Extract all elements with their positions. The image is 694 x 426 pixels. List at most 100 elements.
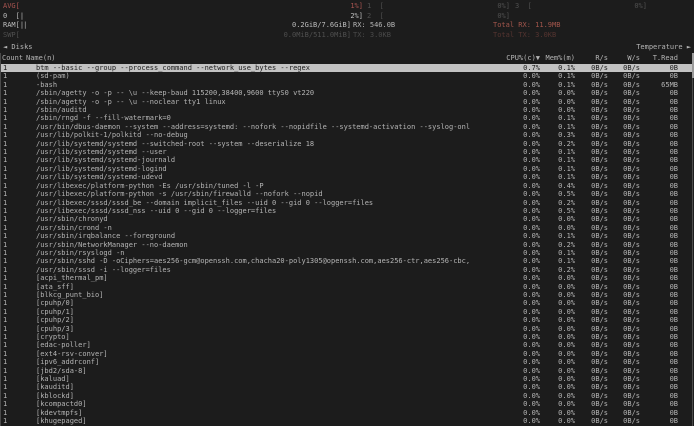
cell-mem: 0.0% (540, 106, 575, 114)
cell-ws: 0B/s (608, 182, 640, 190)
table-row[interactable]: 1[cpuhp/3]0.0%0.0%0B/s0B/s0B (0, 325, 694, 333)
table-row[interactable]: 1[jbd2/sda-8]0.0%0.0%0B/s0B/s0B (0, 367, 694, 375)
cell-rs: 0B/s (575, 274, 608, 282)
table-row[interactable]: 1[cpuhp/1]0.0%0.0%0B/s0B/s0B (0, 308, 694, 316)
cell-cpu: 0.0% (470, 350, 540, 358)
table-row[interactable]: 1/usr/libexec/platform-python -Es /usr/s… (0, 182, 694, 190)
cell-rs: 0B/s (575, 241, 608, 249)
cell-name: [cpuhp/2] (26, 316, 470, 324)
table-row[interactable]: 1[kdevtmpfs]0.0%0.0%0B/s0B/s0B (0, 409, 694, 417)
cell-name: /usr/libexec/platform-python -s /usr/sbi… (26, 190, 470, 198)
cell-cpu: 0.0% (470, 383, 540, 391)
table-row[interactable]: 1/usr/lib/systemd/systemd --switched-roo… (0, 140, 694, 148)
table-row[interactable]: 1[crypto]0.0%0.0%0B/s0B/s0B (0, 333, 694, 341)
header-total-read[interactable]: T.Read (640, 54, 678, 63)
table-row[interactable]: 1/sbin/agetty -o -p -- \u --noclear tty1… (0, 98, 694, 106)
cell-count: 1 (0, 333, 26, 341)
table-row[interactable]: 1/usr/sbin/rsyslogd -n0.0%0.1%0B/s0B/s0B (0, 249, 694, 257)
widget-nav-next-temperature[interactable]: Temperature ► (636, 43, 691, 52)
table-row[interactable]: 1/usr/sbin/irqbalance --foreground0.0%0.… (0, 232, 694, 240)
table-row[interactable]: 1[ata_sff]0.0%0.0%0B/s0B/s0B (0, 283, 694, 291)
table-row[interactable]: 1/sbin/rngd -f --fill-watermark=00.0%0.1… (0, 114, 694, 122)
table-row[interactable]: 1/usr/sbin/crond -n0.0%0.0%0B/s0B/s0B (0, 224, 694, 232)
cell-rs: 0B/s (575, 383, 608, 391)
cell-mem: 0.0% (540, 215, 575, 223)
cell-tread: 0B (640, 325, 678, 333)
cell-count: 1 (0, 140, 26, 148)
table-row[interactable]: 1/usr/sbin/sssd -i --logger=files0.0%0.2… (0, 266, 694, 274)
table-row[interactable]: 1/usr/sbin/sshd -D -oCiphers=aes256-gcm@… (0, 257, 694, 265)
header-count[interactable]: Count (0, 54, 26, 63)
table-row[interactable]: 1[cpuhp/0]0.0%0.0%0B/s0B/s0B (0, 299, 694, 307)
table-row[interactable]: 1/usr/lib/systemd/systemd-logind0.0%0.1%… (0, 165, 694, 173)
cell-cpu: 0.0% (470, 165, 540, 173)
widget-nav-prev-disks[interactable]: ◄ Disks (3, 43, 33, 52)
table-row[interactable]: 1/usr/sbin/chronyd0.0%0.0%0B/s0B/s0B (0, 215, 694, 223)
cell-name: /usr/libexec/sssd/sssd_nss --uid 0 --gid… (26, 207, 470, 215)
cell-ws: 0B/s (608, 325, 640, 333)
cell-tread: 0B (640, 350, 678, 358)
table-row[interactable]: 1/sbin/auditd0.0%0.0%0B/s0B/s0B (0, 106, 694, 114)
table-row[interactable]: 1/usr/sbin/NetworkManager --no-daemon0.0… (0, 241, 694, 249)
table-row[interactable]: 1[ipv6_addrconf]0.0%0.0%0B/s0B/s0B (0, 358, 694, 366)
header-write-per-sec[interactable]: W/s (608, 54, 640, 63)
cell-rs: 0B/s (575, 215, 608, 223)
table-row[interactable]: 1/usr/bin/dbus-daemon --system --address… (0, 123, 694, 131)
table-row[interactable]: 1/usr/libexec/sssd/sssd_be --domain impl… (0, 199, 694, 207)
table-row[interactable]: 1[ext4-rsv-conver]0.0%0.0%0B/s0B/s0B (0, 350, 694, 358)
cell-count: 1 (0, 241, 26, 249)
table-row[interactable]: 1[kaluad]0.0%0.0%0B/s0B/s0B (0, 375, 694, 383)
table-row[interactable]: 1/usr/libexec/platform-python -s /usr/sb… (0, 190, 694, 198)
table-row[interactable]: 1[kblockd]0.0%0.0%0B/s0B/s0B (0, 392, 694, 400)
table-row[interactable]: 1/usr/lib/systemd/systemd-udevd0.0%0.1%0… (0, 173, 694, 181)
cell-tread: 0B (640, 299, 678, 307)
cell-count: 1 (0, 266, 26, 274)
gauge-end: 1%] (350, 2, 363, 11)
table-row[interactable]: 1[kauditd]0.0%0.0%0B/s0B/s0B (0, 383, 694, 391)
cell-mem: 0.0% (540, 400, 575, 408)
table-row[interactable]: 1[khugepaged]0.0%0.0%0B/s0B/s0B (0, 417, 694, 425)
cell-mem: 0.1% (540, 114, 575, 122)
cell-count: 1 (0, 350, 26, 358)
table-row[interactable]: 1/usr/lib/systemd/systemd --user0.0%0.1%… (0, 148, 694, 156)
header-name[interactable]: Name(n) (26, 54, 470, 63)
table-row[interactable]: 1[edac-poller]0.0%0.0%0B/s0B/s0B (0, 341, 694, 349)
header-read-per-sec[interactable]: R/s (575, 54, 608, 63)
header-mem[interactable]: Mem%(m) (540, 54, 575, 63)
table-row[interactable]: 1/sbin/agetty -o -p -- \u --keep-baud 11… (0, 89, 694, 97)
cell-tread: 0B (640, 199, 678, 207)
cell-tread: 0B (640, 114, 678, 122)
table-scrollbar-track[interactable] (692, 53, 693, 426)
table-row[interactable]: 1/usr/lib/polkit-1/polkitd --no-debug0.0… (0, 131, 694, 139)
cell-rs: 0B/s (575, 409, 608, 417)
header-cpu-sorted[interactable]: CPU%(c)▼ (470, 54, 540, 63)
cell-rs: 0B/s (575, 148, 608, 156)
cell-rs: 0B/s (575, 207, 608, 215)
table-row[interactable]: 1btm --basic --group --process_command -… (0, 64, 694, 72)
cell-name: -bash (26, 81, 470, 89)
cell-rs: 0B/s (575, 131, 608, 139)
cell-cpu: 0.0% (470, 232, 540, 240)
cell-rs: 0B/s (575, 333, 608, 341)
table-row[interactable]: 1[blkcg_punt_bio]0.0%0.0%0B/s0B/s0B (0, 291, 694, 299)
table-row[interactable]: 1/usr/libexec/sssd/sssd_nss --uid 0 --gi… (0, 207, 694, 215)
table-row[interactable]: 1[kcompactd0]0.0%0.0%0B/s0B/s0B (0, 400, 694, 408)
table-row[interactable]: 1[cpuhp/2]0.0%0.0%0B/s0B/s0B (0, 316, 694, 324)
cell-ws: 0B/s (608, 165, 640, 173)
cell-cpu: 0.0% (470, 316, 540, 324)
cell-cpu: 0.0% (470, 341, 540, 349)
cell-ws: 0B/s (608, 333, 640, 341)
table-row[interactable]: 1(sd-pam)0.0%0.1%0B/s0B/s0B (0, 72, 694, 80)
table-row[interactable]: 1[acpi_thermal_pm]0.0%0.0%0B/s0B/s0B (0, 274, 694, 282)
cell-cpu: 0.0% (470, 207, 540, 215)
table-row[interactable]: 1/usr/lib/systemd/systemd-journald0.0%0.… (0, 156, 694, 164)
cell-name: /usr/lib/systemd/systemd-udevd (26, 173, 470, 181)
cell-ws: 0B/s (608, 81, 640, 89)
table-row[interactable]: 1-bash0.0%0.1%0B/s0B/s65MB (0, 81, 694, 89)
cell-cpu: 0.0% (470, 215, 540, 223)
cell-tread: 0B (640, 316, 678, 324)
cell-count: 1 (0, 249, 26, 257)
cell-name: [ipv6_addrconf] (26, 358, 470, 366)
cell-cpu: 0.0% (470, 140, 540, 148)
cell-ws: 0B/s (608, 350, 640, 358)
